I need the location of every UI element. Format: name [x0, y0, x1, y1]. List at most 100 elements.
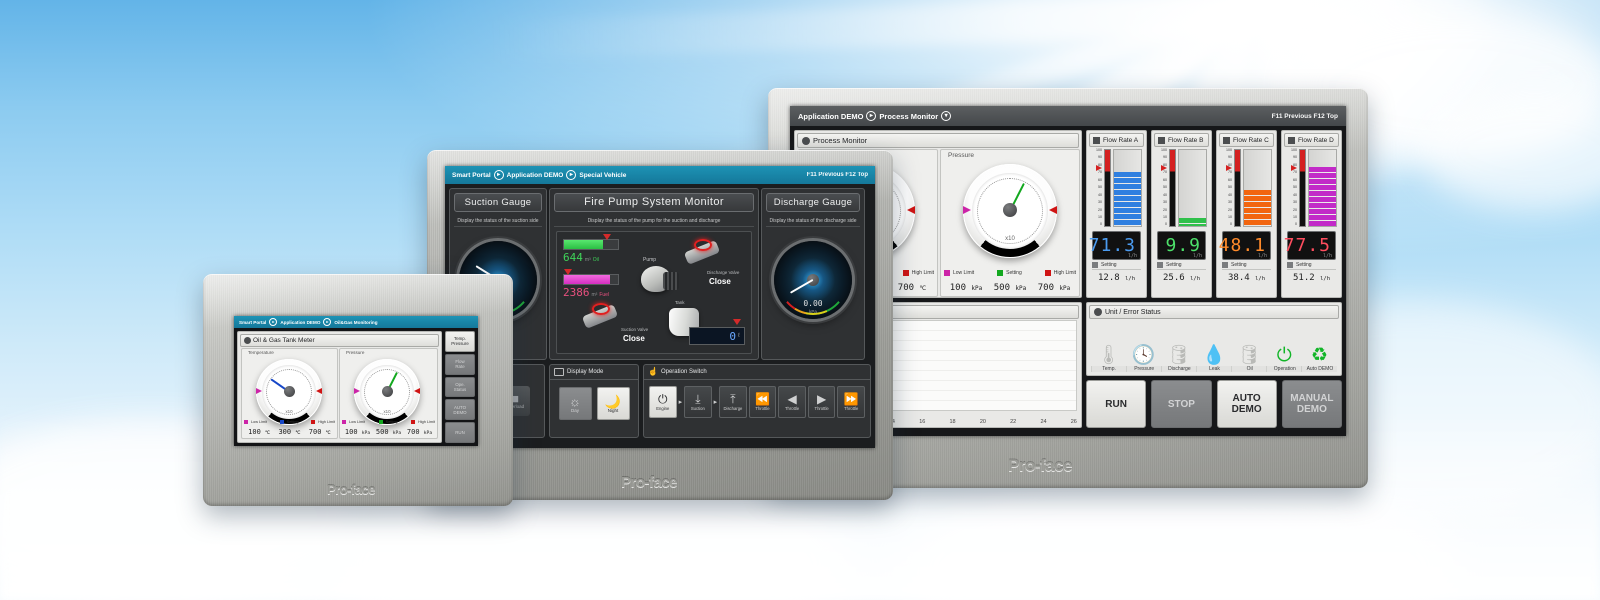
flow-panel-title-bar: Flow Rate A [1089, 133, 1144, 147]
display-mode-night-button[interactable]: 🌙 Night [596, 387, 630, 420]
flow-bar [1308, 149, 1337, 227]
status-item-oil: 🛢 Oil [1231, 320, 1268, 372]
brand-logo: Pro-face [621, 474, 678, 491]
breadcrumb-item[interactable]: Oil&Gas Monitoring [334, 320, 377, 325]
op-switch-engine-0[interactable]: ⏻ Engine [649, 386, 677, 418]
fire-pump-subtitle: Display the status of the pump for the s… [554, 216, 754, 227]
side-button-temp-pressure[interactable]: Temp. Pressure [445, 331, 475, 352]
side-button-ope-status[interactable]: Ope. Status [445, 376, 475, 398]
op-switch-throttle-6[interactable]: ⏩ Throttle [837, 386, 865, 418]
breadcrumb-item[interactable]: Smart Portal [452, 172, 491, 179]
run-button[interactable]: RUN [1086, 380, 1147, 428]
flow-bar [1113, 149, 1142, 227]
flow-value-display: 71.3 l/h [1089, 231, 1141, 260]
thermometer-icon: 🌡 [1096, 345, 1121, 366]
legend-low-limit: Low Limit [244, 420, 267, 424]
breadcrumb-item[interactable]: Application DEMO [507, 172, 564, 179]
flow-rate-panels: Flow Rate A 100 90 80 70 60 50 40 30 20 10 0 71.3 l/h… [1086, 130, 1342, 298]
display-mode-title: Display Mode [550, 365, 638, 380]
flow-panel-title-bar: Flow Rate B [1154, 133, 1209, 147]
tank-readout: 0 ℓ [689, 327, 745, 345]
flow-bar-meter: 100 90 80 70 60 50 40 30 20 10 0 [1091, 148, 1142, 227]
unit-error-status-panel: Unit / Error Status 🌡 Temp. 🕓 Pressure 🛢 Disc… [1086, 302, 1342, 376]
flow-limit-bar [1226, 149, 1241, 227]
manual-demo-button[interactable]: MANUAL DEMO [1281, 380, 1342, 428]
suction-panel-subtitle: Display the status of the suction side [454, 216, 542, 227]
breadcrumb-item[interactable]: Process Monitor [879, 112, 938, 121]
flow-panel-title: Flow Rate A [1103, 136, 1139, 144]
suction-valve-state: Close [623, 334, 645, 343]
small-hmi-device: Pro-face Smart Portal ▸ Application DEMO… [203, 274, 513, 506]
side-button-flow-rate[interactable]: Flow Rate [445, 353, 475, 375]
flow-bar [1243, 149, 1272, 227]
section-label: Temperature [246, 350, 276, 355]
flow-panel-title: Flow Rate B [1168, 136, 1204, 144]
function-keys: F11 Previous F12 Top [1271, 112, 1338, 120]
status-item-leak: 💧 Leak [1195, 320, 1233, 372]
flow-scale: 100 90 80 70 60 50 40 30 20 10 0 [1096, 148, 1102, 227]
flow-bar-meter: 100 90 80 70 60 50 40 30 20 10 0 [1156, 148, 1207, 227]
oil-level: 644 m³ Oil [563, 234, 619, 264]
sun-icon: ☼ [569, 393, 581, 409]
legend-high-limit: High Limit [902, 270, 934, 276]
stop-button[interactable]: STOP [1151, 380, 1212, 428]
breadcrumb-item[interactable]: Special Vehicle [579, 172, 626, 179]
flow-scale: 100 90 80 70 60 50 40 30 20 10 0 [1291, 148, 1297, 227]
chevron-right-icon: ▸ [866, 111, 877, 121]
discharge-valve-graphic [683, 239, 721, 265]
flow-panel-title: Flow Rate D [1298, 136, 1334, 144]
breadcrumb-item[interactable]: Smart Portal [239, 320, 266, 325]
flow-panel-title-bar: Flow Rate D [1284, 133, 1339, 147]
display-mode-panel: Display Mode ☼ Day 🌙 Night [549, 364, 639, 438]
side-button-auto-demo[interactable]: AUTO DEMO [445, 399, 475, 421]
section-label: Pressure [344, 350, 367, 355]
flow-setting-value: 12.8 l/h [1097, 273, 1136, 283]
breadcrumb: Smart Portal ▸ Application DEMO ▸ Oil&Ga… [239, 318, 378, 326]
small-hmi-screen: Smart Portal ▸ Application DEMO ▸ Oil&Ga… [234, 316, 478, 446]
fuel-label: Fuel [599, 292, 610, 298]
limit-marker-icon [1226, 165, 1232, 172]
forward-icon: ⏩ [843, 392, 859, 406]
status-item-label: Temp. [1090, 366, 1127, 372]
flow-setting-label: Setting [1287, 262, 1336, 270]
breadcrumb-item[interactable]: Application DEMO [798, 112, 863, 121]
gauge-multiplier: x10 [1005, 236, 1015, 242]
warning-icon [1094, 308, 1102, 316]
value-low: 100 ℃ [248, 428, 271, 436]
discharge-unit: kPa [809, 309, 817, 314]
fire-pump-title: Fire Pump System Monitor [554, 193, 754, 212]
flow-value-display: 77.5 l/h [1284, 231, 1336, 260]
display-mode-day-button[interactable]: ☼ Day [558, 387, 592, 420]
legend-high-limit: High Limit [411, 420, 435, 424]
flow-unit: l/h [1257, 253, 1267, 259]
breadcrumb-item[interactable]: Application DEMO [280, 320, 320, 325]
op-switch-throttle-5[interactable]: ▶ Throttle [807, 386, 836, 418]
recycle-icon: ♻ [1310, 345, 1328, 366]
op-switch-throttle-4[interactable]: ◀ Throttle [778, 386, 806, 418]
large-page-title-bar: Process Monitor [797, 133, 1079, 148]
legend-high-limit: High Limit [1044, 270, 1076, 276]
suction-panel-title: Suction Gauge [454, 193, 542, 212]
status-item-temp: 🌡 Temp. [1090, 320, 1127, 372]
flow-scale: 100 90 80 70 60 50 40 30 20 10 0 [1161, 148, 1167, 227]
flow-unit: l/h [1192, 253, 1202, 259]
breadcrumb: Smart Portal ▸ Application DEMO ▸ Specia… [452, 170, 626, 180]
pressure-gauge: x10 [963, 164, 1057, 258]
oil-unit: m³ [584, 257, 591, 263]
op-switch-discharge-2[interactable]: ⤒ Discharge [719, 386, 747, 418]
op-switch-label: Suction [690, 406, 705, 411]
flow-limit-bar [1096, 149, 1111, 227]
status-item-pressure: 🕓 Pressure [1125, 320, 1162, 372]
op-switch-suction-1[interactable]: ⤓ Suction [684, 386, 712, 418]
flow-bar-meter: 100 90 80 70 60 50 40 30 20 10 0 [1221, 148, 1272, 227]
hand-icon: ☝ [648, 367, 658, 376]
legend-setting: Setting [997, 270, 1022, 276]
medium-topbar: Smart Portal ▸ Application DEMO ▸ Specia… [445, 166, 875, 184]
op-switch-throttle-3[interactable]: ⏪ Throttle [748, 386, 777, 418]
status-item-auto-demo: ♻ Auto DEMO [1301, 320, 1338, 372]
auto-demo-button[interactable]: AUTO DEMO [1216, 380, 1277, 428]
small-page-title-bar: Oil & Gas Tank Meter [240, 334, 439, 347]
status-title: Unit / Error Status [1105, 308, 1161, 316]
legend-low-limit: Low Limit [944, 270, 974, 276]
side-button-run[interactable]: RUN [445, 422, 475, 443]
